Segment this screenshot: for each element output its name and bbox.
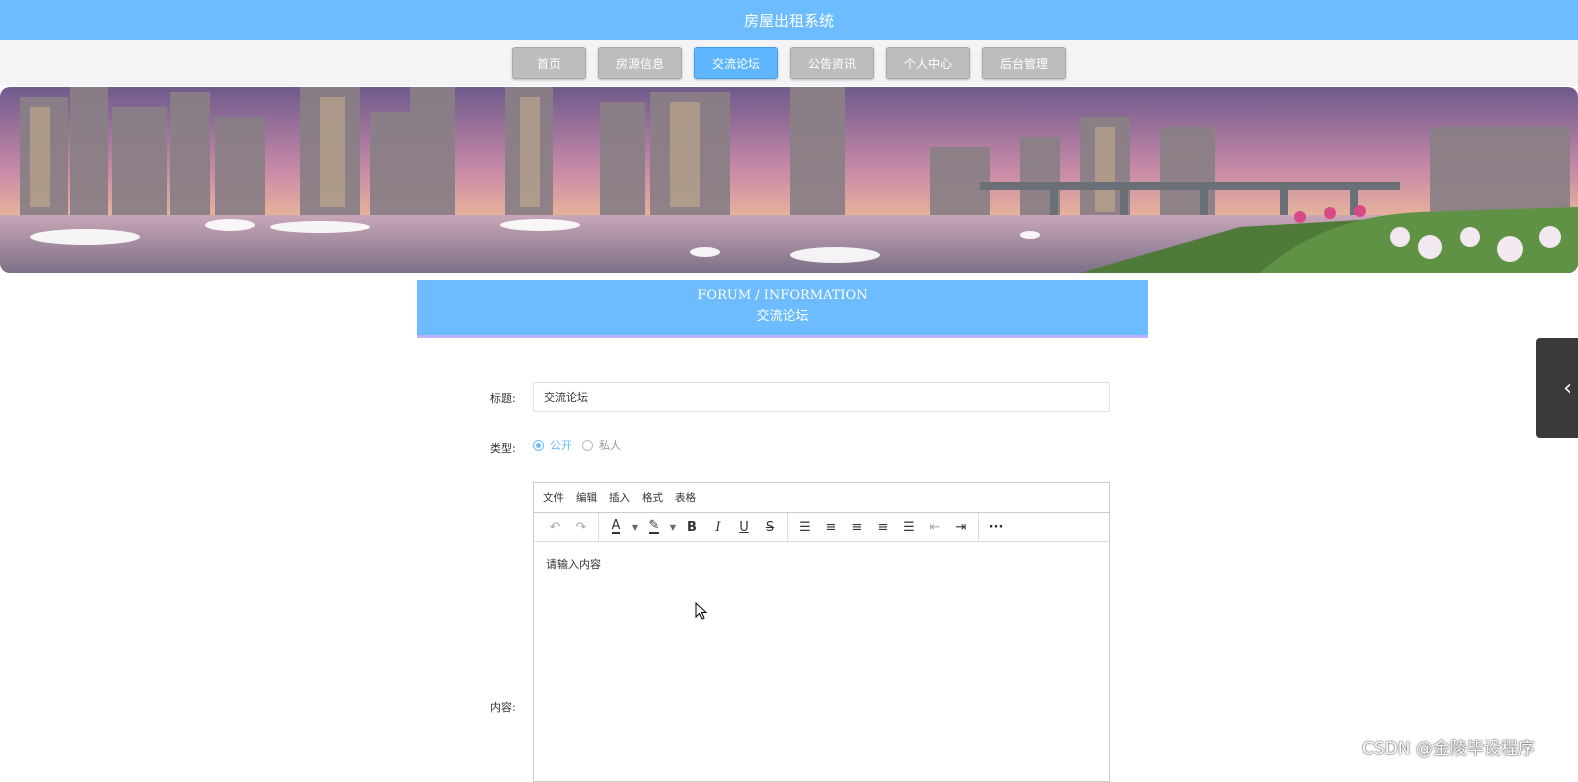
nav-announcements[interactable]: 公告资讯 bbox=[790, 47, 874, 79]
nav-listings[interactable]: 房源信息 bbox=[598, 47, 682, 79]
radio-public[interactable]: 公开 bbox=[533, 437, 572, 453]
align-justify-icon[interactable]: ☰ bbox=[896, 516, 922, 538]
more-icon[interactable]: ··· bbox=[983, 516, 1009, 538]
side-collapse-tab[interactable]: ‹ bbox=[1536, 338, 1578, 438]
menu-file[interactable]: 文件 bbox=[543, 490, 564, 505]
underline-icon[interactable]: U bbox=[731, 516, 757, 538]
nav-forum[interactable]: 交流论坛 bbox=[694, 47, 778, 79]
banner-image bbox=[0, 87, 1578, 273]
nav-home[interactable]: 首页 bbox=[512, 47, 586, 79]
menu-insert[interactable]: 插入 bbox=[609, 490, 630, 505]
section-header: FORUM / INFORMATION 交流论坛 bbox=[417, 280, 1148, 338]
menu-table[interactable]: 表格 bbox=[675, 490, 696, 505]
type-label: 类型: bbox=[490, 442, 516, 455]
list-icon[interactable]: ☰ bbox=[792, 516, 818, 538]
rich-text-editor[interactable]: 文件 编辑 插入 格式 表格 ↶ ↷ A ▼ ✎ ▼ B I U S ☰ ≡ ≡… bbox=[533, 482, 1110, 782]
title-label: 标题: bbox=[490, 392, 516, 405]
menu-format[interactable]: 格式 bbox=[642, 490, 663, 505]
nav-admin[interactable]: 后台管理 bbox=[982, 47, 1066, 79]
align-left-icon[interactable]: ≡ bbox=[818, 516, 844, 538]
radio-private-label: 私人 bbox=[599, 439, 621, 452]
italic-icon[interactable]: I bbox=[705, 516, 731, 538]
highlight-icon[interactable]: ✎ bbox=[641, 516, 667, 538]
outdent-icon[interactable]: ⇤ bbox=[922, 516, 948, 538]
radio-public-label: 公开 bbox=[550, 439, 572, 452]
redo-icon[interactable]: ↷ bbox=[568, 516, 594, 538]
title-input[interactable]: 交流论坛 bbox=[533, 382, 1110, 412]
align-right-icon[interactable]: ≡ bbox=[870, 516, 896, 538]
main-nav: 首页 房源信息 交流论坛 公告资讯 个人中心 后台管理 bbox=[0, 40, 1578, 86]
top-header: 房屋出租系统 bbox=[0, 0, 1578, 40]
radio-unchecked-icon bbox=[582, 439, 593, 451]
undo-icon[interactable]: ↶ bbox=[542, 516, 568, 538]
editor-menubar: 文件 编辑 插入 格式 表格 bbox=[534, 483, 1109, 513]
nav-profile[interactable]: 个人中心 bbox=[886, 47, 970, 79]
radio-private[interactable]: 私人 bbox=[582, 437, 621, 453]
section-title-cn: 交流论坛 bbox=[756, 309, 809, 324]
chevron-down-icon[interactable]: ▼ bbox=[629, 516, 641, 538]
watermark: CSDN @金陵毕设程序 bbox=[1362, 739, 1535, 759]
editor-toolbar: ↶ ↷ A ▼ ✎ ▼ B I U S ☰ ≡ ≡ ≡ ☰ ⇤ ⇥ ··· bbox=[534, 513, 1109, 542]
menu-edit[interactable]: 编辑 bbox=[576, 490, 597, 505]
strikethrough-icon[interactable]: S bbox=[757, 516, 783, 538]
mouse-cursor-icon bbox=[695, 602, 707, 620]
bold-icon[interactable]: B bbox=[679, 516, 705, 538]
indent-icon[interactable]: ⇥ bbox=[948, 516, 974, 538]
align-center-icon[interactable]: ≡ bbox=[844, 516, 870, 538]
section-title-en: FORUM / INFORMATION bbox=[697, 288, 868, 303]
chevron-down-icon[interactable]: ▼ bbox=[667, 516, 679, 538]
app-title: 房屋出租系统 bbox=[743, 11, 834, 30]
editor-content[interactable]: 请输入内容 bbox=[534, 542, 1109, 586]
radio-checked-icon bbox=[533, 439, 544, 451]
content-label: 内容: bbox=[490, 701, 516, 714]
chevron-left-icon: ‹ bbox=[1563, 375, 1572, 401]
font-color-icon[interactable]: A bbox=[603, 516, 629, 538]
